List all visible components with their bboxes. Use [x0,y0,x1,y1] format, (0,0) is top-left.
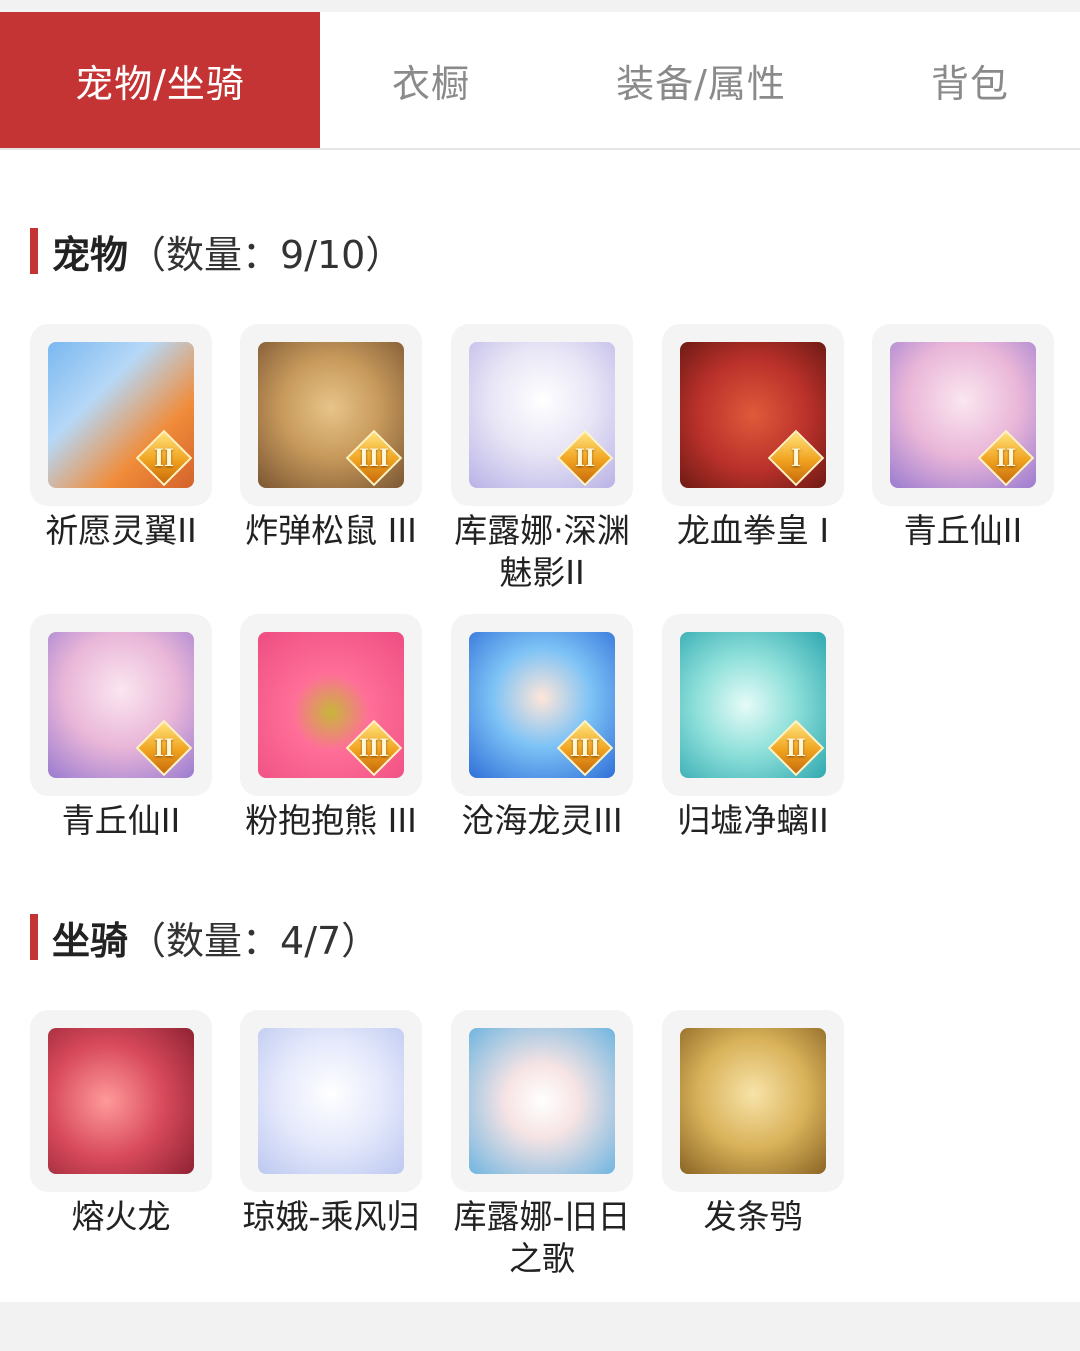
tab-bar: 宠物/坐骑 衣橱 装备/属性 背包 [0,12,1080,150]
mount-item[interactable]: 熔火龙 [30,1010,240,1238]
item-thumbnail[interactable]: I [662,324,844,506]
item-name-label: 青丘仙II [61,801,181,840]
item-thumbnail[interactable] [240,1010,422,1192]
badge-rank-text: II [153,443,175,472]
tab-equipment-attributes[interactable]: 装备/属性 [542,12,860,148]
rank-badge-icon: III [556,719,614,777]
pet-item[interactable]: II 库露娜·深渊魅影II [451,324,661,594]
top-strip [0,0,1080,12]
tab-wardrobe[interactable]: 衣橱 [320,12,542,148]
mounts-section-title: 坐骑 [52,918,129,963]
pets-section-header: 宠物 （数量：9/10） [30,226,404,277]
pet-item[interactable]: II 祈愿灵翼II [30,324,240,552]
mount-item[interactable]: 发条鸮 [662,1010,872,1238]
item-name-label: 库露娜-旧日之歌 [453,1197,631,1278]
item-thumbnail[interactable] [30,1010,212,1192]
mount-item[interactable]: 库露娜-旧日之歌 [451,1010,661,1280]
mounts-count: （数量：4/7） [128,918,380,963]
rank-badge-icon: II [556,429,614,487]
pet-item[interactable]: I 龙血拳皇 I [662,324,872,552]
pet-item[interactable]: II 青丘仙II [872,324,1080,552]
item-name-label: 炸弹松鼠 III [245,511,417,550]
pets-section-title: 宠物 [52,232,129,277]
pets-count: （数量：9/10） [128,232,404,277]
rank-badge-icon: II [135,429,193,487]
pet-item[interactable]: III 粉抱抱熊 III [240,614,450,842]
rank-badge-icon: I [767,429,825,487]
moon-fairy-mount-icon [258,1028,404,1174]
item-name-label: 归墟净螭II [677,801,829,840]
item-name-label: 粉抱抱熊 III [245,801,417,840]
pet-item[interactable]: II 青丘仙II [30,614,240,842]
rank-badge-icon: II [977,429,1035,487]
pet-item[interactable]: III 炸弹松鼠 III [240,324,450,552]
rank-badge-icon: III [345,719,403,777]
section-accent-bar [30,914,38,960]
badge-rank-text: III [358,443,390,472]
item-thumbnail[interactable]: II [872,324,1054,506]
item-thumbnail[interactable]: III [240,614,422,796]
content-card: 宠物/坐骑 衣橱 装备/属性 背包 宠物 （数量：9/10） II 祈愿灵翼II I… [0,12,1080,1302]
tab-pets-mounts[interactable]: 宠物/坐骑 [0,12,320,148]
item-name-label: 熔火龙 [71,1197,171,1236]
badge-rank-text: I [790,443,802,472]
badge-rank-text: II [153,733,175,762]
rank-badge-icon: III [345,429,403,487]
item-name-label: 沧海龙灵III [461,801,623,840]
item-name-label: 库露娜·深渊魅影II [454,511,630,592]
clockwork-owl-mount-icon [680,1028,826,1174]
mount-item[interactable]: 琼娥-乘风归 [240,1010,450,1238]
pet-item[interactable]: II 归墟净螭II [662,614,872,842]
kuluna-song-mount-icon [469,1028,615,1174]
rank-badge-icon: II [135,719,193,777]
badge-rank-text: II [785,733,807,762]
page: 宠物/坐骑 衣橱 装备/属性 背包 宠物 （数量：9/10） II 祈愿灵翼II I… [0,0,1080,1351]
item-thumbnail[interactable]: II [30,324,212,506]
pet-item[interactable]: III 沧海龙灵III [451,614,661,842]
badge-rank-text: III [358,733,390,762]
mounts-section-header: 坐骑 （数量：4/7） [30,912,380,963]
lava-dragon-mount-icon [48,1028,194,1174]
item-thumbnail[interactable]: II [30,614,212,796]
item-thumbnail[interactable] [662,1010,844,1192]
section-accent-bar [30,228,38,274]
rank-badge-icon: II [767,719,825,777]
item-thumbnail[interactable]: III [451,614,633,796]
tab-backpack[interactable]: 背包 [860,12,1080,148]
item-thumbnail[interactable]: II [662,614,844,796]
item-name-label: 琼娥-乘风归 [242,1197,420,1236]
badge-rank-text: III [569,733,601,762]
badge-rank-text: II [574,443,596,472]
item-thumbnail[interactable] [451,1010,633,1192]
item-thumbnail[interactable]: III [240,324,422,506]
item-name-label: 祈愿灵翼II [45,511,197,550]
item-thumbnail[interactable]: II [451,324,633,506]
item-name-label: 龙血拳皇 I [676,511,830,550]
badge-rank-text: II [995,443,1017,472]
item-name-label: 发条鸮 [703,1197,803,1236]
item-name-label: 青丘仙II [903,511,1023,550]
